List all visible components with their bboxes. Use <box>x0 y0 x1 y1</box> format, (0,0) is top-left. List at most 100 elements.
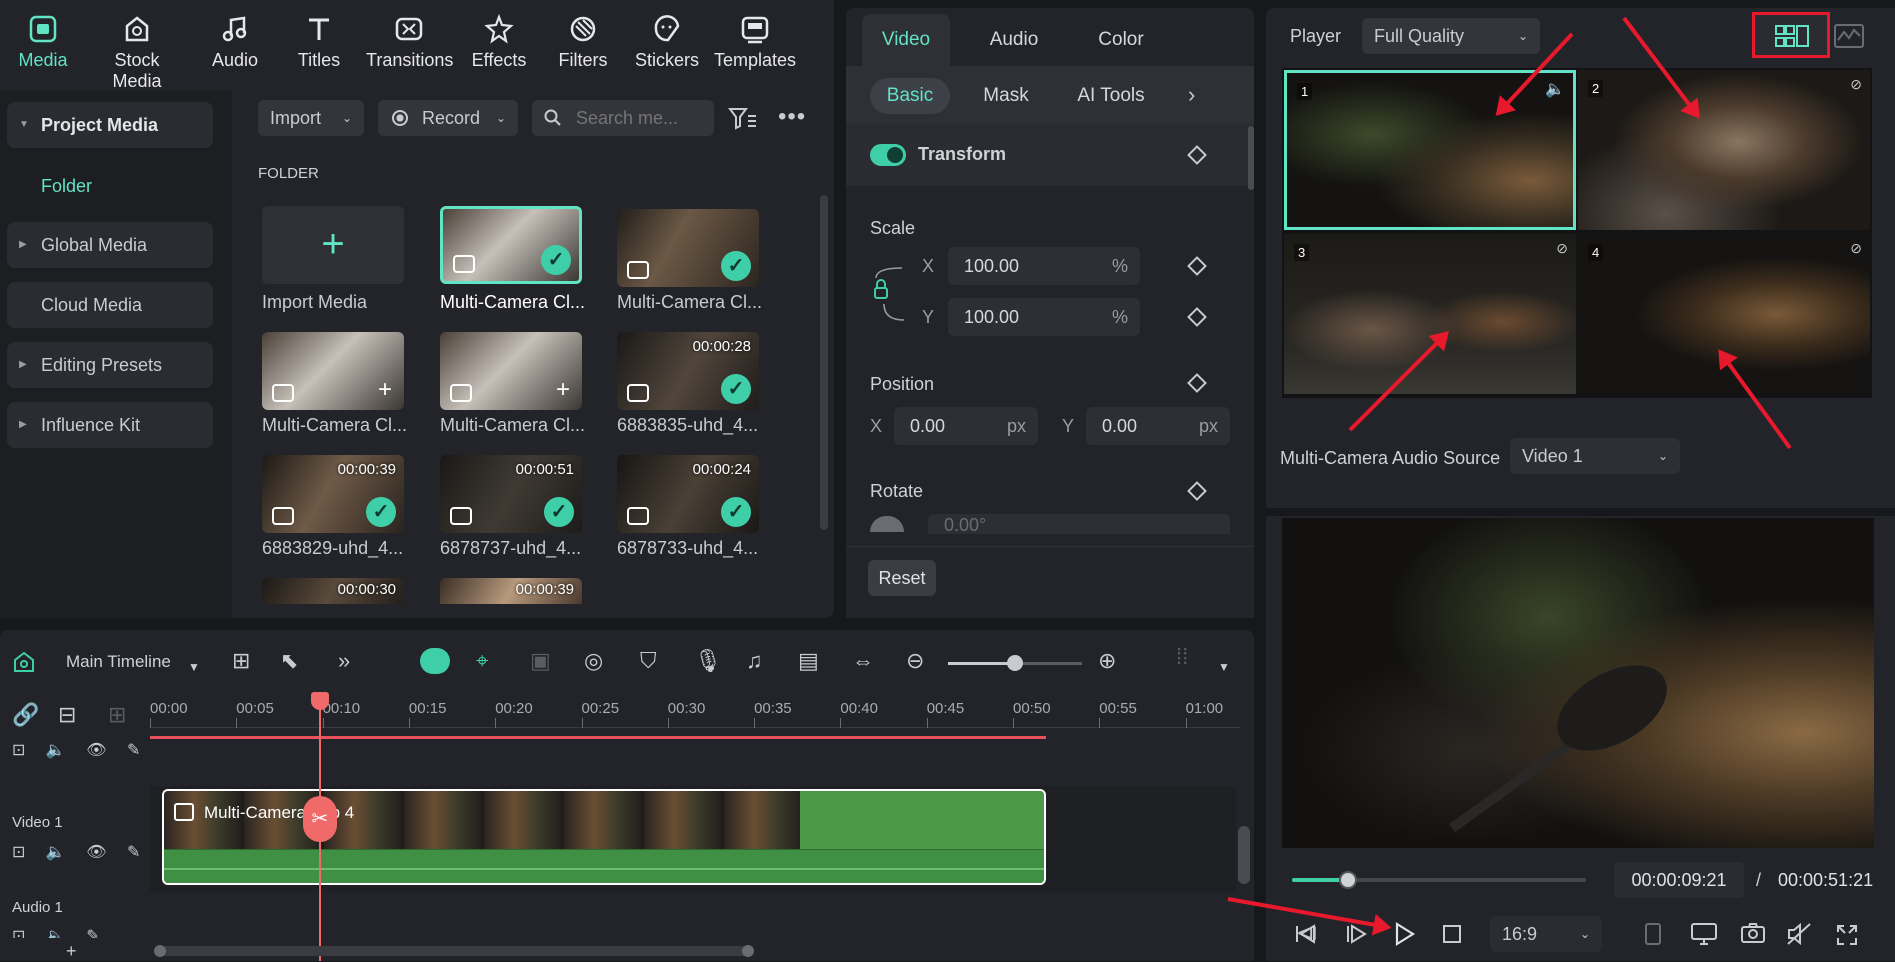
subtab-basic[interactable]: Basic <box>870 78 950 114</box>
snapshot-icon[interactable] <box>1740 922 1766 944</box>
eye-icon[interactable]: 👁 <box>86 844 106 861</box>
safe-zone-icon[interactable] <box>1644 922 1662 946</box>
more-tools-icon[interactable]: » <box>338 650 350 672</box>
clip-thumb[interactable]: 00:00:28 ✓ <box>617 332 759 410</box>
track-manager-icon[interactable]: ⊞ <box>108 704 126 726</box>
sidebar-item-cloud-media[interactable]: Cloud Media <box>7 282 213 328</box>
camera-angle[interactable]: 3 ⊘ <box>1284 234 1576 394</box>
marker-icon[interactable]: ⛉ <box>640 650 657 672</box>
tab-color[interactable]: Color <box>1076 14 1166 66</box>
display-icon[interactable] <box>1690 922 1718 946</box>
clip-thumb[interactable]: 00:00:24 ✓ <box>617 455 759 533</box>
speaker-muted-icon[interactable]: ⊘ <box>1850 76 1862 93</box>
folder-lock-icon[interactable]: ⊡ <box>12 844 25 861</box>
playback-scrubber[interactable] <box>1338 871 1357 889</box>
aspect-ratio-dropdown[interactable]: 16:9 ⌄ <box>1490 916 1602 952</box>
track-scrollbar[interactable] <box>1238 826 1250 884</box>
preview-settings-icon[interactable]: ▤ <box>798 650 819 672</box>
toolbar-filters[interactable]: Filters <box>540 0 626 90</box>
tab-audio[interactable]: Audio <box>966 14 1062 66</box>
toolbar-transitions[interactable]: Transitions <box>366 0 453 90</box>
grid-layout-icon[interactable]: ⊞ <box>232 650 250 672</box>
camera-angle[interactable]: 2 ⊘ <box>1578 70 1870 230</box>
clip-thumb[interactable]: ✓ <box>440 206 582 284</box>
snap-icon[interactable]: ⌖ <box>476 650 488 672</box>
more-options-icon[interactable]: ••• <box>778 105 806 129</box>
clip-thumb[interactable]: 00:00:30 <box>262 578 404 604</box>
magic-icon[interactable]: ✎ <box>86 928 99 938</box>
sidebar-item-project-media[interactable]: ▼ Project Media <box>7 102 213 148</box>
tab-video[interactable]: Video <box>862 14 950 66</box>
eye-icon[interactable]: 👁 <box>86 742 106 759</box>
stop-icon[interactable] <box>1442 924 1462 944</box>
camera-angle[interactable]: 4 ⊘ <box>1578 234 1870 394</box>
timeline-name[interactable]: Main Timeline <box>66 652 171 672</box>
clip-thumb[interactable]: ✓ <box>617 209 759 287</box>
fit-icon[interactable]: ⇔ <box>852 650 874 672</box>
toolbar-stock-media[interactable]: Stock Media <box>94 0 180 91</box>
import-media-tile[interactable]: + <box>262 206 404 284</box>
folder-lock-icon[interactable]: ⊡ <box>12 928 25 938</box>
folder-lock-icon[interactable]: ⊡ <box>12 742 25 759</box>
sidebar-item-global-media[interactable]: ▶ Global Media <box>7 222 213 268</box>
camera-angle[interactable]: 1 🔈 <box>1284 70 1576 230</box>
chevron-right-icon[interactable]: › <box>1188 84 1195 106</box>
position-y-field[interactable]: 0.00 px <box>1086 407 1230 445</box>
playhead-handle[interactable] <box>310 692 329 710</box>
toolbar-stickers[interactable]: Stickers <box>624 0 710 90</box>
clip-thumb[interactable]: 00:00:51 ✓ <box>440 455 582 533</box>
camera-add-icon[interactable]: ▣ <box>530 650 551 672</box>
speaker-icon[interactable]: 🔈 <box>46 928 66 938</box>
select-tool-icon[interactable]: ⬉ <box>280 650 298 672</box>
current-time-box[interactable]: 00:00:09:21 <box>1614 862 1744 898</box>
ai-assistant-icon[interactable] <box>420 648 450 674</box>
clip-thumb[interactable]: 00:00:39 <box>440 578 582 604</box>
scale-y-field[interactable]: 100.00% <box>948 298 1140 336</box>
magic-icon[interactable]: ✎ <box>127 844 140 861</box>
audio-mute-icon[interactable] <box>1786 922 1812 946</box>
reset-button[interactable]: Reset <box>868 560 936 596</box>
scale-x-field[interactable]: 100.00% <box>948 247 1140 285</box>
home-icon[interactable] <box>12 650 36 674</box>
lock-icon[interactable] <box>872 264 912 324</box>
subtab-mask[interactable]: Mask <box>966 78 1046 114</box>
quality-dropdown[interactable]: Full Quality ⌄ <box>1362 18 1540 54</box>
speaker-muted-icon[interactable]: ⊘ <box>1556 240 1568 257</box>
multicam-view-button[interactable] <box>1752 12 1830 58</box>
timeline-h-scrollbar[interactable] <box>154 945 754 957</box>
speaker-muted-icon[interactable]: ⊘ <box>1850 240 1862 257</box>
chevron-down-icon[interactable]: ▼ <box>188 656 200 678</box>
multicam-clip[interactable]: Multi-Camera Clip 4 <box>162 789 1046 885</box>
waveform-view-icon[interactable] <box>1834 24 1864 48</box>
magic-icon[interactable]: ✎ <box>127 742 140 759</box>
play-icon[interactable] <box>1394 922 1416 946</box>
playback-track[interactable] <box>1292 871 1586 889</box>
music-edit-icon[interactable]: ♫ <box>746 650 763 672</box>
speed-icon[interactable]: ◎ <box>584 650 603 672</box>
toolbar-media[interactable]: Media <box>0 0 86 90</box>
record-dropdown[interactable]: Record ⌄ <box>378 100 518 136</box>
speaker-on-icon[interactable]: 🔈 <box>1545 79 1565 99</box>
search-input[interactable] <box>576 108 704 129</box>
add-track-icon[interactable]: + <box>66 940 77 962</box>
toolbar-titles[interactable]: Titles <box>276 0 362 90</box>
step-forward-icon[interactable] <box>1346 924 1368 944</box>
toolbar-audio[interactable]: Audio <box>192 0 278 90</box>
toolbar-templates[interactable]: Templates <box>712 0 798 90</box>
subtab-ai-tools[interactable]: AI Tools <box>1066 78 1156 114</box>
inspector-scrollbar[interactable] <box>1248 126 1254 190</box>
track-height-icon[interactable]: ⁞⁞ <box>1176 646 1188 668</box>
step-back-icon[interactable] <box>1294 924 1316 944</box>
speaker-icon[interactable]: 🔈 <box>46 844 66 861</box>
rotate-field[interactable]: 0.00° <box>928 514 1230 534</box>
playhead[interactable]: ✂ <box>302 692 337 961</box>
media-scrollbar[interactable] <box>820 195 828 530</box>
zoom-slider[interactable] <box>948 655 1082 671</box>
clip-thumb[interactable]: + <box>440 332 582 410</box>
fullscreen-icon[interactable] <box>1836 924 1858 946</box>
clip-thumb[interactable]: + <box>262 332 404 410</box>
scissors-icon[interactable]: ✂ <box>302 796 337 842</box>
group-icon[interactable]: ⊟ <box>58 704 76 726</box>
sidebar-item-folder[interactable]: Folder <box>7 163 213 209</box>
zoom-out-icon[interactable]: ⊖ <box>906 650 924 672</box>
